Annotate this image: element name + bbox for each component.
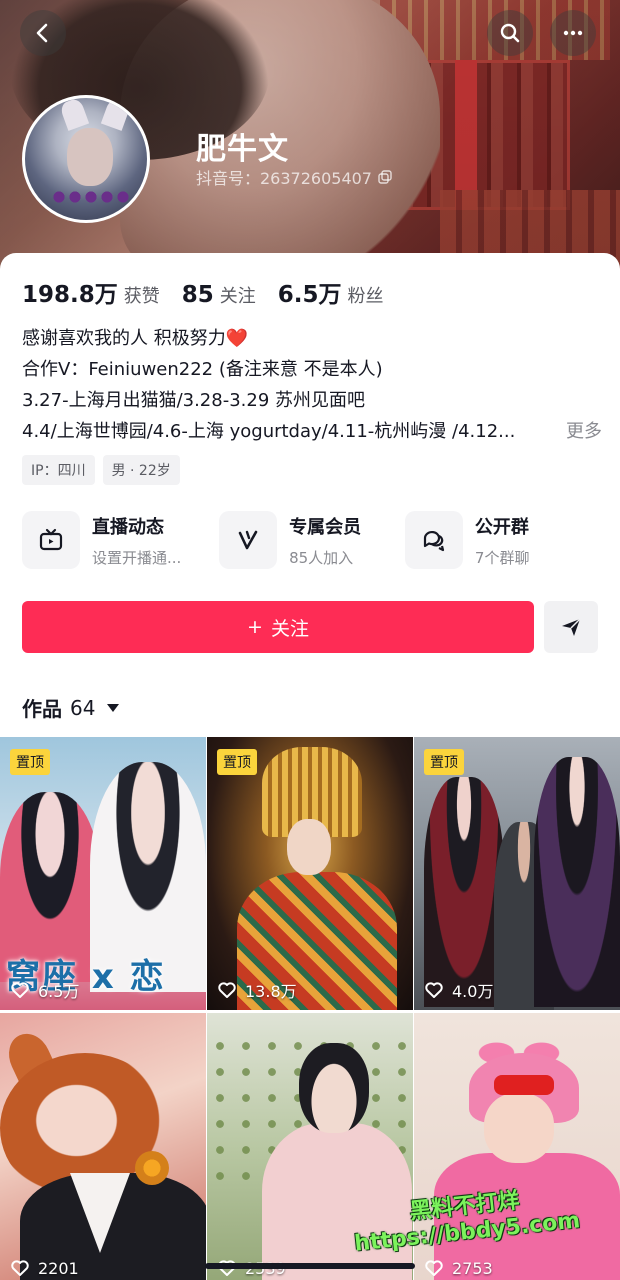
caret-down-icon (107, 703, 120, 712)
heart-outline-icon (218, 982, 236, 998)
follow-label: 关注 (270, 617, 309, 640)
heart-outline-icon (11, 1260, 29, 1276)
profile-sheet: 198.8万 获赞 85 关注 6.5万 粉丝 感谢喜欢我的人 积极努力❤️ 合… (0, 253, 620, 1280)
ip-tag: IP：四川 (22, 455, 95, 485)
chat-icon (423, 530, 445, 552)
douyin-id-text: 抖音号：26372605407 (196, 169, 372, 188)
stat-value: 6.5万 (277, 282, 342, 308)
stats-row: 198.8万 获赞 85 关注 6.5万 粉丝 (22, 275, 384, 309)
bio[interactable]: 感谢喜欢我的人 积极努力❤️ 合作V：Feiniuwen222 (备注来意 不是… (22, 323, 602, 447)
video-tile[interactable]: 置顶 4.0万 (414, 737, 620, 1010)
like-count: 2753 (424, 1258, 493, 1278)
feature-membership[interactable]: 专属会员 85人加入 (219, 511, 405, 569)
stat-likes[interactable]: 198.8万 获赞 (22, 275, 160, 309)
video-tile[interactable]: 窝座 x 恋 置顶 6.5万 (0, 737, 206, 1010)
feature-title: 专属会员 (289, 516, 362, 538)
plus-icon: + (247, 616, 263, 638)
profile-name: 肥牛文 (196, 132, 289, 167)
heart-emoji: ❤️ (225, 328, 249, 349)
heart-outline-icon (425, 1260, 443, 1276)
video-tile[interactable]: 置顶 13.8万 (207, 737, 413, 1010)
stat-following[interactable]: 85 关注 (182, 282, 256, 308)
profile-tags: IP：四川 男 · 22岁 (22, 455, 180, 485)
bio-line: 3.27-上海月出猫猫/3.28-3.29 苏州见面吧 (22, 390, 366, 411)
share-button[interactable] (544, 601, 598, 653)
stat-value: 85 (181, 282, 214, 308)
feature-title: 公开群 (474, 516, 529, 538)
search-icon (500, 23, 520, 43)
heart-outline-icon (425, 982, 443, 998)
bio-line: 合作V：Feiniuwen222 (备注来意 不是本人) (22, 359, 383, 380)
v-icon (238, 530, 258, 550)
stat-followers[interactable]: 6.5万 粉丝 (278, 275, 384, 309)
tv-icon (39, 528, 63, 551)
like-count: 2201 (10, 1258, 79, 1278)
like-count: 6.5万 (10, 978, 79, 1002)
feature-subtitle: 85人加入 (289, 548, 354, 567)
search-button[interactable] (487, 10, 533, 56)
like-count: 4.0万 (424, 978, 493, 1002)
more-options-button[interactable] (550, 10, 596, 56)
follow-button[interactable]: + 关注 (22, 601, 534, 653)
send-icon (562, 618, 581, 636)
works-label: 作品 (22, 697, 62, 721)
feature-title: 直播动态 (92, 516, 164, 538)
bio-line: 4.4/上海世博园/4.6-上海 yogurtday/4.11-杭州屿漫 /4.… (22, 416, 602, 447)
pinned-badge: 置顶 (10, 749, 50, 775)
bio-more-link[interactable]: 更多 (566, 416, 602, 447)
stat-value: 198.8万 (22, 282, 118, 308)
feature-subtitle: 7个群聊 (474, 548, 530, 567)
pinned-badge: 置顶 (217, 749, 257, 775)
heart-outline-icon (11, 982, 29, 998)
gender-age-tag: 男 · 22岁 (102, 455, 180, 485)
stat-label: 粉丝 (347, 286, 384, 307)
stat-label: 关注 (219, 286, 256, 307)
feature-subtitle: 设置开播通... (92, 548, 182, 567)
douyin-id[interactable]: 抖音号：26372605407 (196, 165, 392, 189)
stat-label: 获赞 (123, 286, 160, 307)
chevron-left-icon (36, 23, 48, 43)
avatar[interactable] (22, 95, 150, 223)
back-button[interactable] (20, 10, 66, 56)
feature-live[interactable]: 直播动态 设置开播通... (22, 511, 219, 569)
like-count: 13.8万 (217, 978, 297, 1002)
feature-group[interactable]: 公开群 7个群聊 (404, 511, 602, 569)
copy-icon[interactable] (378, 170, 392, 184)
works-count: 64 (70, 695, 96, 720)
works-tab[interactable]: 作品 64 (22, 693, 120, 722)
more-dots-icon (563, 30, 583, 36)
video-tile[interactable]: 2201 (0, 1013, 206, 1280)
bio-line: 感谢喜欢我的人 积极努力❤️ (22, 328, 249, 349)
feature-row: 直播动态 设置开播通... 专属会员 85人加入 公开群 7个群聊 (22, 511, 602, 569)
pinned-badge: 置顶 (424, 749, 464, 775)
home-indicator[interactable] (205, 1263, 415, 1269)
